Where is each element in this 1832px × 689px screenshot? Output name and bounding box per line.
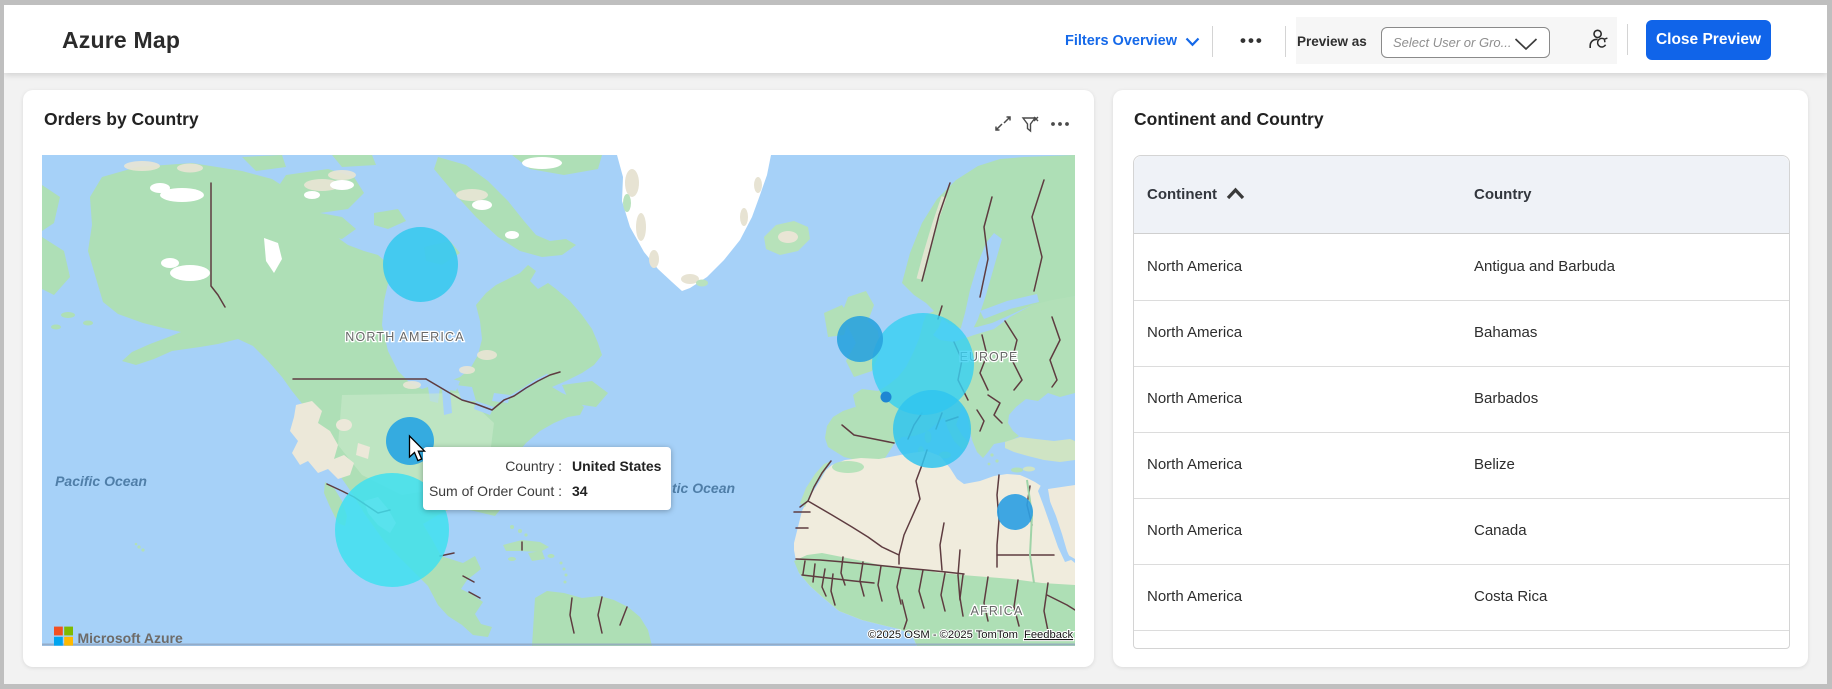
svg-text:Microsoft Azure: Microsoft Azure [78, 630, 183, 646]
svg-text:Pacific Ocean: Pacific Ocean [55, 473, 147, 489]
svg-text:tic Ocean: tic Ocean [672, 480, 735, 496]
svg-text:AFRICA: AFRICA [970, 604, 1023, 618]
svg-text:Country :: Country : [505, 458, 562, 474]
svg-text:Feedback: Feedback [1024, 629, 1074, 641]
svg-text:34: 34 [572, 483, 588, 499]
svg-text:United States: United States [572, 458, 662, 474]
svg-text:Sum of Order Count :: Sum of Order Count : [429, 483, 562, 499]
svg-text:NORTH AMERICA: NORTH AMERICA [345, 330, 465, 344]
svg-text:©2025 OSM - ©2025 TomTom: ©2025 OSM - ©2025 TomTom [868, 629, 1018, 641]
